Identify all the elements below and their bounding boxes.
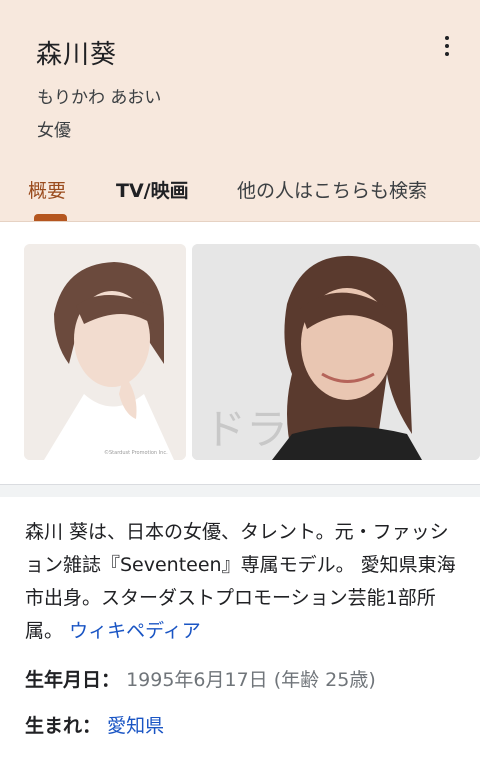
portrait-image: ©Stardust Promotion Inc. xyxy=(24,244,186,460)
section-divider xyxy=(0,484,480,497)
entity-description: 森川 葵は、日本の女優、タレント。元・ファッション雑誌『Seventeen』専属… xyxy=(25,516,460,648)
entity-name: 森川葵 xyxy=(36,40,118,70)
photo-credit: ©Stardust Promotion Inc. xyxy=(104,449,168,456)
photo-thumbnail[interactable]: ドラ xyxy=(192,244,480,460)
photo-thumbnail[interactable]: ©Stardust Promotion Inc. xyxy=(24,244,186,460)
tab-overview[interactable]: 概要 xyxy=(28,176,66,203)
active-tab-indicator xyxy=(34,214,67,221)
entity-reading: もりかわ あおい xyxy=(37,88,162,108)
birthdate-label: 生年月日： xyxy=(25,669,121,691)
tab-tv-movies[interactable]: TV/映画 xyxy=(116,176,189,203)
entity-role: 女優 xyxy=(37,121,71,141)
more-options-icon[interactable] xyxy=(436,36,458,62)
origin-link[interactable]: 愛知県 xyxy=(107,715,164,737)
knowledge-panel-header: 森川葵 もりかわ あおい 女優 概要 TV/映画 他の人はこちらも検索 xyxy=(0,0,480,222)
birthdate-value: 1995年6月17日 (年齢 25歳) xyxy=(126,669,376,691)
portrait-image: ドラ xyxy=(192,244,480,460)
fact-birthdate: 生年月日： 1995年6月17日 (年齢 25歳) xyxy=(25,665,376,692)
background-text: ドラ xyxy=(204,405,288,454)
fact-origin: 生まれ： 愛知県 xyxy=(25,711,164,738)
wikipedia-link[interactable]: ウィキペディア xyxy=(69,620,201,642)
photo-gallery: ©Stardust Promotion Inc. ドラ xyxy=(0,222,480,484)
tab-people-also-search[interactable]: 他の人はこちらも検索 xyxy=(237,176,427,203)
origin-label: 生まれ： xyxy=(25,715,102,737)
